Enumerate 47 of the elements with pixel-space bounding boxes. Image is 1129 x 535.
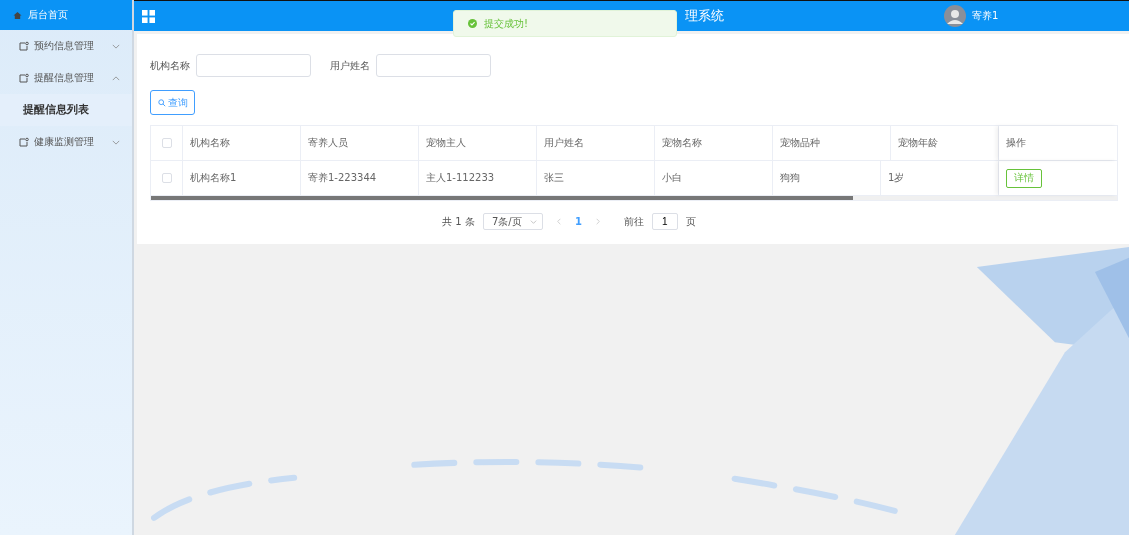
- column-header: 寄养人员: [301, 126, 419, 160]
- previous-page-icon[interactable]: [556, 218, 561, 225]
- table-cell: 张三: [537, 161, 655, 195]
- next-page-icon[interactable]: [595, 218, 600, 225]
- menu-icon[interactable]: [142, 9, 155, 23]
- menu-item[interactable]: 健康监测管理: [0, 126, 132, 158]
- chevron-icon: [112, 75, 120, 81]
- table-cell: 机构名称1: [183, 161, 301, 195]
- column-header: 宠物主人: [419, 126, 537, 160]
- goto-label: 前往: [623, 214, 644, 229]
- toast-message: 提交成功!: [453, 10, 677, 37]
- checkbox[interactable]: [161, 138, 172, 148]
- table-cell: 主人1-112233: [419, 161, 537, 195]
- scrollbar[interactable]: [151, 196, 1117, 200]
- table-cell: 小白: [655, 161, 773, 195]
- input-field[interactable]: [196, 54, 311, 77]
- total-count: 共 1 条: [442, 214, 475, 229]
- column-header: 宠物名称: [655, 126, 773, 160]
- page-size-select[interactable]: 7条/页: [482, 213, 543, 230]
- page-suffix: 页: [685, 214, 696, 229]
- table-cell: 寄养1-223344: [301, 161, 419, 195]
- column-header: 操作: [999, 126, 1117, 160]
- search-icon: [157, 98, 166, 107]
- chevron-icon: [112, 139, 120, 145]
- document-icon: [19, 41, 29, 51]
- checkbox[interactable]: [161, 173, 172, 183]
- input-field[interactable]: [376, 54, 491, 77]
- submenu-item[interactable]: 提醒信息列表: [0, 94, 132, 126]
- table-cell: 1岁: [881, 161, 999, 195]
- field-label: 用户姓名: [330, 58, 370, 73]
- home-icon: [13, 10, 22, 20]
- table-cell: 狗狗: [773, 161, 881, 195]
- field-label: 机构名称: [150, 58, 190, 73]
- document-icon: [19, 73, 29, 83]
- caret-icon: [529, 219, 537, 224]
- menu-item[interactable]: 提醒信息管理: [0, 62, 132, 94]
- column-header: 宠物品种: [773, 126, 891, 160]
- document-icon: [19, 137, 29, 147]
- column-header: 用户姓名: [537, 126, 655, 160]
- column-header: 宠物年龄: [891, 126, 999, 160]
- menu-item[interactable]: 预约信息管理: [0, 30, 132, 62]
- check-icon: [468, 19, 477, 28]
- page-input[interactable]: 1: [651, 213, 678, 230]
- avatar[interactable]: [944, 5, 966, 27]
- chevron-icon: [112, 43, 120, 49]
- column-header: 机构名称: [183, 126, 301, 160]
- app-title: 理系统: [685, 7, 724, 25]
